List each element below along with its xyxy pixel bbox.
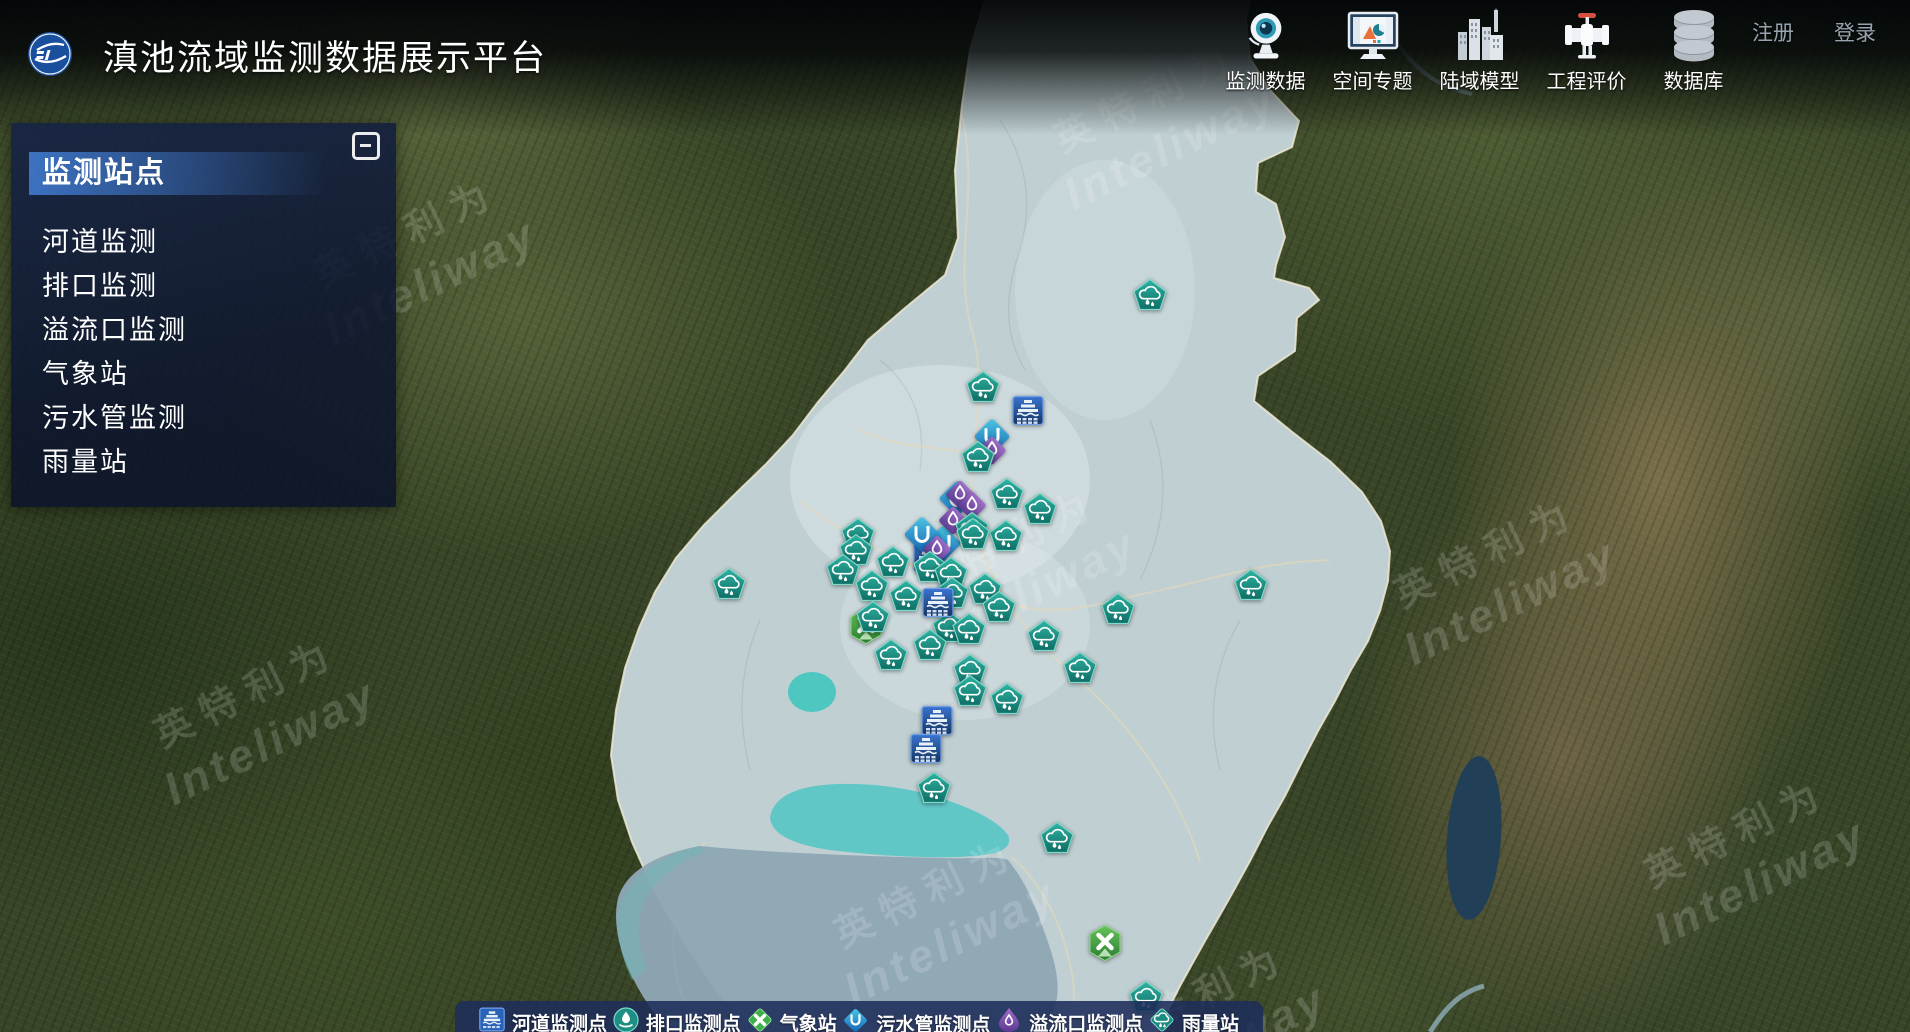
panel-item-weather-station[interactable]: 气象站: [42, 352, 396, 396]
legend-item-weather: 气象站: [747, 1007, 837, 1032]
panel-item-overflow-monitoring[interactable]: 溢流口监测: [42, 308, 396, 352]
nav-label: 工程评价: [1547, 65, 1627, 94]
map-marker-rain[interactable]: [989, 520, 1023, 557]
panel-item-rain-gauge[interactable]: 雨量站: [42, 440, 396, 484]
page-title: 滇池流域监测数据展示平台: [103, 30, 547, 81]
panel-item-river-monitoring[interactable]: 河道监测: [42, 220, 396, 264]
map-marker-rain[interactable]: [1133, 279, 1167, 316]
nav-label: 空间专题: [1333, 65, 1413, 94]
map-marker-rain[interactable]: [1023, 493, 1057, 530]
map-marker-rain[interactable]: [1040, 822, 1074, 859]
map-marker-rain[interactable]: [1063, 652, 1097, 689]
map-marker-rain[interactable]: [712, 568, 746, 605]
map-marker-rain[interactable]: [856, 601, 890, 638]
database-icon: [1668, 5, 1720, 62]
panel-menu: 河道监测 排口监测 溢流口监测 气象站 污水管监测 雨量站: [42, 220, 396, 484]
register-link[interactable]: 注册: [1752, 17, 1794, 47]
map-marker-river[interactable]: [922, 588, 954, 623]
top-nav: 监测数据 空间专题: [1212, 5, 1747, 94]
nav-item-engineering-eval[interactable]: 工程评价: [1533, 5, 1640, 94]
nav-item-land-model[interactable]: 陆域模型: [1426, 5, 1533, 94]
nav-label: 监测数据: [1226, 65, 1306, 94]
monitor-chart-icon: [1345, 5, 1401, 62]
legend-item-river: 河道监测点: [479, 1007, 607, 1032]
map-marker-rain[interactable]: [1027, 620, 1061, 657]
legend-item-overflow: 溢流口监测点: [996, 1007, 1143, 1032]
nav-item-spatial-themes[interactable]: 空间专题: [1319, 5, 1426, 94]
monitoring-stations-panel: 监测站点 河道监测 排口监测 溢流口监测 气象站 污水管监测 雨量站: [11, 123, 396, 507]
webcam-icon: [1241, 5, 1291, 62]
nav-label: 数据库: [1664, 65, 1724, 94]
map-marker-rain[interactable]: [990, 683, 1024, 720]
map-marker-rain[interactable]: [990, 478, 1024, 515]
map-marker-rain[interactable]: [1101, 593, 1135, 630]
login-link[interactable]: 登录: [1834, 17, 1876, 47]
panel-title: 监测站点: [29, 152, 326, 195]
map-marker-rain[interactable]: [874, 639, 908, 676]
panel-item-sewage-monitoring[interactable]: 污水管监测: [42, 396, 396, 440]
map-marker-rain[interactable]: [913, 629, 947, 666]
map-viewport[interactable]: 英特利为Inteliway英特利为Inteliway英特利为Inteliway英…: [0, 0, 1910, 1032]
overflow-marker-icon: [996, 1007, 1022, 1032]
weather-marker-icon: [747, 1007, 773, 1032]
map-marker-rain[interactable]: [952, 613, 986, 650]
panel-collapse-button[interactable]: [352, 132, 380, 160]
legend-item-outlet: 排口监测点: [613, 1007, 741, 1032]
pipe-valve-icon: [1561, 5, 1613, 62]
map-marker-rain[interactable]: [953, 675, 987, 712]
legend-item-sewage: 污水管监测点: [842, 1007, 990, 1032]
map-marker-weather[interactable]: [1088, 925, 1122, 968]
map-marker-rain[interactable]: [956, 518, 990, 555]
auth-links: 注册 登录: [1752, 17, 1876, 47]
map-marker-rain[interactable]: [982, 591, 1016, 628]
nav-item-database[interactable]: 数据库: [1640, 5, 1747, 94]
panel-item-outlet-monitoring[interactable]: 排口监测: [42, 264, 396, 308]
river-marker-icon: [479, 1007, 505, 1032]
nav-label: 陆域模型: [1440, 65, 1520, 94]
map-marker-rain[interactable]: [1234, 569, 1268, 606]
map-marker-rain[interactable]: [917, 772, 951, 809]
platform-logo: [27, 31, 73, 77]
map-legend: 河道监测点 排口监测点 气象站: [455, 1001, 1263, 1032]
sewage-marker-icon: [842, 1007, 869, 1032]
map-marker-rain[interactable]: [966, 371, 1000, 408]
map-marker-river[interactable]: [910, 734, 942, 769]
nav-item-monitoring-data[interactable]: 监测数据: [1212, 5, 1319, 94]
city-buildings-icon: [1454, 5, 1506, 62]
rain-marker-icon: [1149, 1007, 1175, 1032]
legend-item-rain: 雨量站: [1149, 1007, 1239, 1032]
map-marker-river[interactable]: [1012, 396, 1044, 431]
map-marker-rain[interactable]: [961, 441, 995, 478]
outlet-marker-icon: [613, 1007, 639, 1032]
map-marker-rain[interactable]: [889, 580, 923, 617]
